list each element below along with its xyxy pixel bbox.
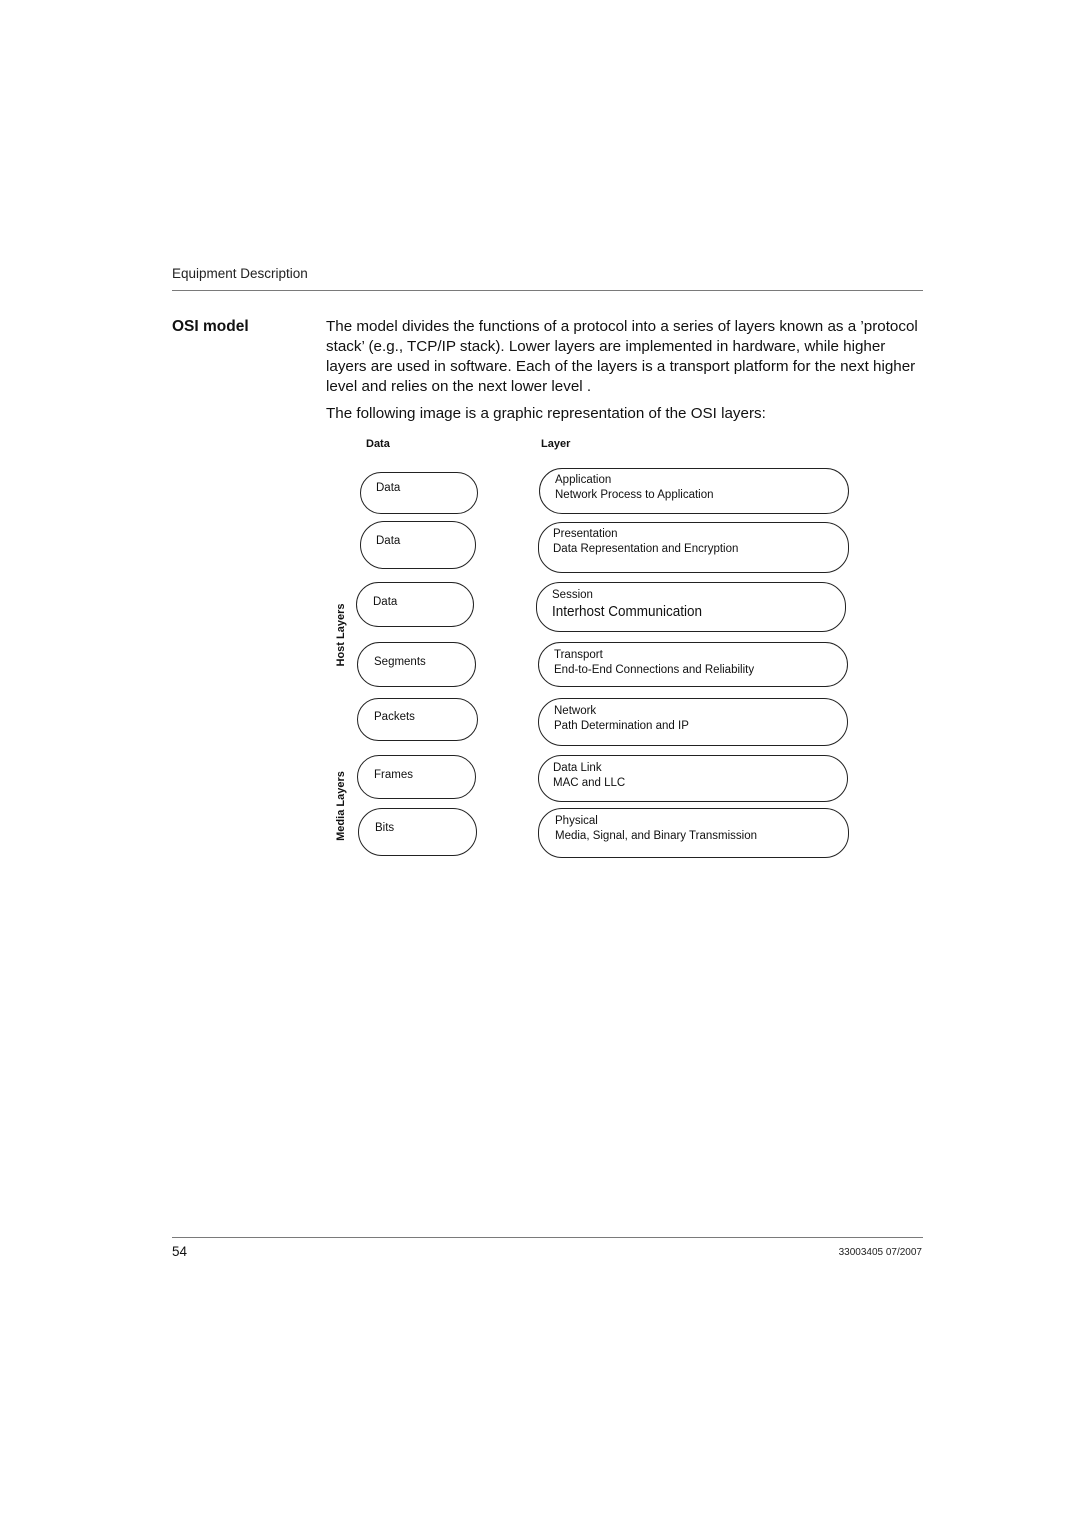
layer-description: Network Process to Application — [555, 489, 714, 501]
layer-pill-data-link: Data Link MAC and LLC — [538, 755, 848, 802]
data-unit-pill: Bits — [358, 808, 477, 856]
layer-name: Network — [554, 705, 597, 717]
page-number: 54 — [172, 1244, 188, 1259]
layer-description: Media, Signal, and Binary Transmission — [555, 830, 757, 842]
layer-pill-application: Application Network Process to Applicati… — [539, 468, 849, 514]
data-unit-label: Segments — [374, 656, 426, 668]
layer-description: Data Representation and Encryption — [553, 543, 739, 555]
data-unit-label: Bits — [375, 822, 395, 834]
data-column-header: Data — [366, 438, 390, 450]
data-unit-pill: Packets — [357, 698, 478, 741]
footer-rule — [172, 1237, 923, 1238]
data-unit-label: Data — [376, 535, 401, 547]
layer-name: Physical — [555, 815, 598, 827]
layer-pill-network: Network Path Determination and IP — [538, 698, 848, 746]
intro-paragraph: The model divides the functions of a pro… — [326, 318, 918, 395]
data-unit-pill: Data — [360, 472, 478, 514]
host-layers-label: Host Layers — [335, 603, 347, 667]
layer-column-header: Layer — [541, 438, 571, 450]
data-unit-pill: Frames — [357, 755, 476, 799]
layer-pill-physical: Physical Media, Signal, and Binary Trans… — [538, 808, 849, 858]
layer-description: End-to-End Connections and Reliability — [554, 664, 755, 676]
document-reference: 33003405 07/2007 — [838, 1247, 922, 1258]
layer-description: Interhost Communication — [552, 603, 703, 620]
running-header-title: Equipment Description — [172, 266, 308, 281]
layer-description: MAC and LLC — [553, 777, 626, 789]
layer-pill-transport: Transport End-to-End Connections and Rel… — [538, 642, 848, 687]
layer-pill-presentation: Presentation Data Representation and Enc… — [538, 522, 849, 573]
layer-pill-session: Session Interhost Communication — [536, 582, 846, 632]
data-unit-label: Data — [376, 482, 401, 494]
layer-name: Application — [555, 474, 612, 486]
data-unit-label: Data — [373, 596, 398, 608]
data-unit-label: Frames — [374, 769, 413, 781]
section-label: OSI model — [172, 318, 249, 335]
header-rule — [172, 290, 923, 291]
figure-intro-paragraph: The following image is a graphic represe… — [326, 405, 766, 422]
layer-name: Presentation — [553, 528, 618, 540]
layer-name: Session — [552, 589, 593, 601]
data-unit-pill: Data — [356, 582, 474, 627]
section-body: The model divides the functions of a pro… — [326, 317, 926, 424]
data-unit-pill: Data — [360, 521, 476, 569]
layer-description: Path Determination and IP — [554, 720, 689, 732]
media-layers-label: Media Layers — [335, 771, 347, 841]
data-unit-label: Packets — [374, 711, 415, 723]
layer-name: Transport — [554, 649, 603, 661]
layer-name: Data Link — [553, 762, 602, 774]
data-unit-pill: Segments — [357, 642, 476, 687]
